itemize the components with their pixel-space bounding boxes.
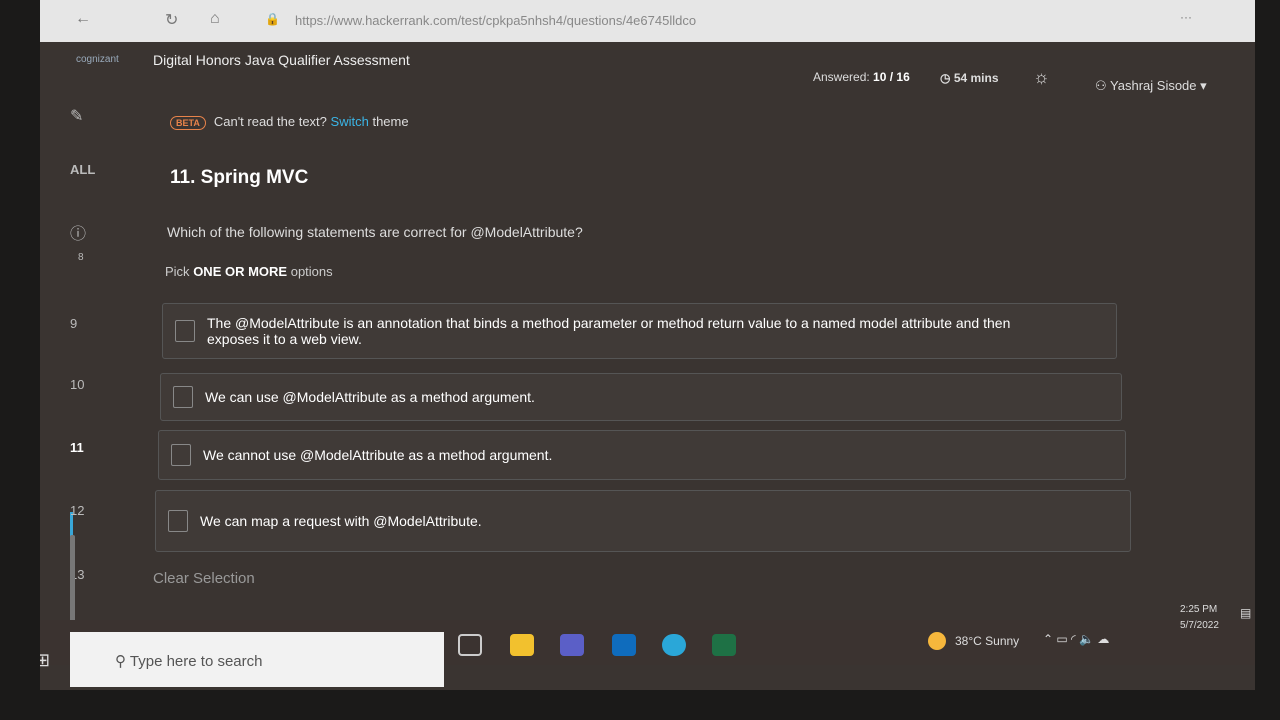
switch-theme-link[interactable]: Switch: [331, 114, 369, 129]
more-icon[interactable]: ···: [1180, 10, 1192, 24]
question-title: 11. Spring MVC: [170, 167, 309, 188]
refresh-icon[interactable]: ↻: [165, 10, 178, 30]
sidebar-item-12[interactable]: 12: [70, 503, 84, 518]
page-title: Digital Honors Java Qualifier Assessment: [153, 52, 410, 68]
timer: ◷ 54 mins: [940, 71, 999, 85]
windows-taskbar: ⊞ ⚲ Type here to search 38°C Sunny ⌃ ▭ ◜…: [40, 604, 1255, 687]
clock-time[interactable]: 2:25 PM: [1180, 604, 1217, 615]
teams-icon[interactable]: [560, 634, 584, 656]
cognizant-logo: cognizant: [76, 54, 119, 65]
pen-icon[interactable]: ✎: [70, 106, 83, 126]
option-1[interactable]: The @ModelAttribute is an annotation tha…: [162, 303, 1117, 359]
pick-bold: ONE OR MORE: [193, 264, 288, 279]
option-label: We can map a request with @ModelAttribut…: [200, 513, 482, 529]
option-4[interactable]: We can map a request with @ModelAttribut…: [155, 490, 1131, 552]
banner-text: Can't read the text?: [213, 114, 327, 129]
back-icon[interactable]: ←: [75, 10, 91, 28]
sidebar-item-8[interactable]: 8: [78, 252, 84, 263]
info-icon[interactable]: ⓘ: [70, 220, 86, 244]
answered-count: Answered: 10 / 16: [813, 70, 910, 84]
edge-icon[interactable]: [662, 634, 686, 656]
notification-icon[interactable]: ▤: [1240, 606, 1251, 620]
address-bar[interactable]: https://www.hackerrank.com/test/cpkpa5nh…: [295, 13, 696, 28]
checkbox[interactable]: [175, 320, 195, 342]
option-label: The @ModelAttribute is an annotation tha…: [207, 315, 1011, 347]
checkbox[interactable]: [168, 510, 188, 532]
clear-selection-link[interactable]: Clear Selection: [153, 570, 255, 587]
theme-banner: BETA Can't read the text? Switch theme: [170, 114, 409, 130]
search-placeholder: Type here to search: [129, 653, 263, 670]
clock-icon: ◷: [940, 71, 951, 85]
checkbox[interactable]: [173, 386, 193, 408]
option-3[interactable]: We cannot use @ModelAttribute as a metho…: [158, 430, 1126, 480]
tray-icons[interactable]: ⌃ ▭ ◜ 🔈 ☁: [1043, 632, 1109, 646]
search-icon: ⚲: [115, 653, 126, 670]
question-sidebar: ✎ ALL ⓘ 8 9 10 11 12 13 14: [40, 100, 140, 670]
file-explorer-icon[interactable]: [510, 634, 534, 656]
chevron-down-icon: ▾: [1200, 78, 1207, 93]
option-2[interactable]: We can use @ModelAttribute as a method a…: [160, 373, 1122, 421]
task-view-icon[interactable]: [458, 634, 482, 656]
pick-instruction: Pick ONE OR MORE options: [165, 264, 333, 279]
windows-start-icon[interactable]: ⊞: [40, 650, 50, 671]
browser-toolbar: ← ↻ ⌂ 🔒 https://www.hackerrank.com/test/…: [40, 0, 1255, 42]
sidebar-item-10[interactable]: 10: [70, 377, 84, 392]
weather-text[interactable]: 38°C Sunny: [955, 634, 1019, 648]
checkbox[interactable]: [171, 444, 191, 466]
sidebar-all[interactable]: ALL: [70, 162, 95, 177]
pick-prefix: Pick: [165, 264, 190, 279]
option-label: We cannot use @ModelAttribute as a metho…: [203, 447, 553, 463]
banner-suffix: theme: [372, 114, 409, 129]
answered-value: 10 / 16: [873, 70, 910, 84]
user-menu[interactable]: ⚇ Yashraj Sisode ▾: [1095, 78, 1207, 94]
screen: ← ↻ ⌂ 🔒 https://www.hackerrank.com/test/…: [40, 0, 1255, 690]
clock-date[interactable]: 5/7/2022: [1180, 620, 1219, 631]
option-label: We can use @ModelAttribute as a method a…: [205, 389, 535, 405]
taskbar-search[interactable]: ⚲ Type here to search: [70, 632, 444, 687]
pick-suffix: options: [290, 264, 333, 279]
user-icon: ⚇: [1095, 78, 1107, 93]
app-header: cognizant Digital Honors Java Qualifier …: [40, 42, 1255, 102]
theme-toggle-sun-icon[interactable]: ☼: [1033, 67, 1050, 88]
outlook-icon[interactable]: [612, 634, 636, 656]
weather-sun-icon: [928, 632, 946, 650]
excel-icon[interactable]: [712, 634, 736, 656]
answered-label: Answered:: [813, 70, 870, 84]
beta-badge: BETA: [170, 116, 206, 130]
user-name: Yashraj Sisode: [1110, 78, 1197, 93]
sidebar-item-9[interactable]: 9: [70, 316, 77, 331]
lock-icon: 🔒: [265, 12, 280, 26]
sidebar-item-11[interactable]: 11: [70, 440, 84, 455]
timer-value: 54 mins: [953, 71, 999, 85]
home-icon[interactable]: ⌂: [210, 10, 220, 28]
question-text: Which of the following statements are co…: [167, 224, 583, 240]
